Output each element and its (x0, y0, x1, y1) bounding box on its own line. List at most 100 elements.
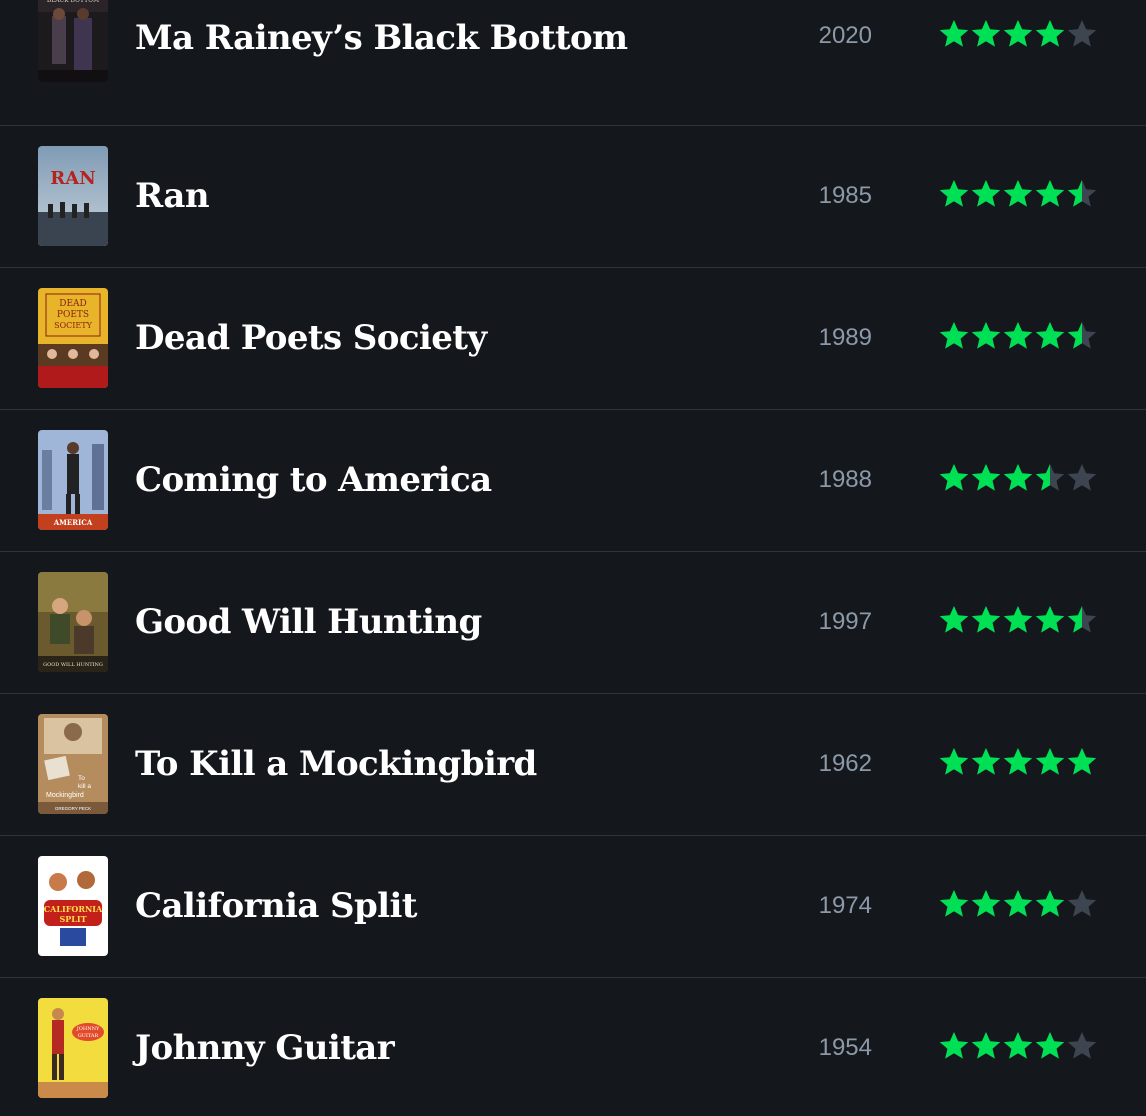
film-poster[interactable]: To kill a Mockingbird GREGORY PECK (38, 714, 108, 814)
poster-art: AMERICA (38, 430, 108, 530)
film-poster[interactable]: AMERICA (38, 430, 108, 530)
film-poster[interactable]: JOHNNY GUITAR (38, 998, 108, 1098)
film-year[interactable]: 2020 (819, 22, 872, 50)
star-full-icon (1003, 464, 1033, 491)
stars-svg (939, 20, 1097, 47)
film-row[interactable]: CALIFORNIA SPLIT California Split 1974 (0, 836, 1146, 978)
star-half-icon (1067, 606, 1097, 633)
stars-svg (939, 606, 1097, 633)
star-full-icon (1003, 606, 1033, 633)
film-title[interactable]: Coming to America (135, 458, 492, 502)
star-full-icon (939, 180, 969, 207)
film-poster[interactable]: MA RAINEY'S BLACK BOTTOM (38, 0, 108, 82)
star-empty-icon (1067, 20, 1097, 47)
film-poster[interactable]: GOOD WILL HUNTING (38, 572, 108, 672)
star-half-icon (1067, 180, 1097, 207)
star-half-icon (1067, 322, 1097, 349)
star-full-icon (971, 1032, 1001, 1059)
svg-text:SOCIETY: SOCIETY (54, 321, 92, 330)
film-title[interactable]: California Split (135, 884, 418, 928)
star-full-icon (971, 748, 1001, 775)
star-full-icon (939, 1032, 969, 1059)
film-row[interactable]: To kill a Mockingbird GREGORY PECK To Ki… (0, 694, 1146, 836)
star-full-icon (939, 606, 969, 633)
star-full-icon (971, 322, 1001, 349)
film-title[interactable]: Ran (135, 174, 210, 218)
film-title[interactable]: Johnny Guitar (135, 1026, 395, 1070)
film-row[interactable]: MA RAINEY'S BLACK BOTTOM Ma Rainey’s Bla… (0, 0, 1146, 126)
svg-text:BLACK BOTTOM: BLACK BOTTOM (47, 0, 99, 4)
stars-svg (939, 890, 1097, 917)
svg-text:JOHNNY: JOHNNY (76, 1026, 100, 1032)
film-list: MA RAINEY'S BLACK BOTTOM Ma Rainey’s Bla… (0, 0, 1146, 1116)
film-year[interactable]: 1997 (819, 608, 872, 636)
star-rating (938, 746, 1100, 778)
film-poster[interactable]: RAN (38, 146, 108, 246)
star-full-icon (971, 606, 1001, 633)
star-half-icon (1035, 464, 1065, 491)
star-full-icon (1035, 890, 1065, 917)
svg-text:DEAD: DEAD (59, 299, 87, 309)
star-rating (938, 18, 1100, 50)
svg-text:GUITAR: GUITAR (78, 1033, 99, 1039)
star-full-icon (939, 20, 969, 47)
star-full-icon (971, 180, 1001, 207)
stars-svg (939, 322, 1097, 349)
star-full-icon (971, 20, 1001, 47)
film-year[interactable]: 1985 (819, 182, 872, 210)
star-full-icon (971, 890, 1001, 917)
poster-art: CALIFORNIA SPLIT (38, 856, 108, 956)
svg-text:kill a: kill a (78, 783, 91, 790)
star-full-icon (939, 890, 969, 917)
stars-svg (939, 180, 1097, 207)
film-year[interactable]: 1962 (819, 750, 872, 778)
star-full-icon (1035, 748, 1065, 775)
star-full-icon (939, 748, 969, 775)
film-title[interactable]: Ma Rainey’s Black Bottom (135, 16, 628, 60)
poster-art: RAN (38, 146, 108, 246)
star-full-icon (1035, 1032, 1065, 1059)
svg-text:AMERICA: AMERICA (53, 518, 93, 527)
star-full-icon (939, 464, 969, 491)
star-full-icon (1003, 180, 1033, 207)
poster-art: JOHNNY GUITAR (38, 998, 108, 1098)
film-year[interactable]: 1954 (819, 1034, 872, 1062)
star-full-icon (1035, 180, 1065, 207)
star-rating (938, 178, 1100, 210)
poster-art: To kill a Mockingbird GREGORY PECK (38, 714, 108, 814)
poster-art: GOOD WILL HUNTING (38, 572, 108, 672)
film-year[interactable]: 1988 (819, 466, 872, 494)
svg-text:GOOD WILL HUNTING: GOOD WILL HUNTING (43, 662, 103, 668)
film-row[interactable]: JOHNNY GUITAR Johnny Guitar 1954 (0, 978, 1146, 1116)
star-rating (938, 1030, 1100, 1062)
svg-text:CALIFORNIA: CALIFORNIA (44, 904, 103, 914)
star-full-icon (1035, 20, 1065, 47)
film-row[interactable]: DEAD POETS SOCIETY Dead Poets Society 19… (0, 268, 1146, 410)
svg-text:SPLIT: SPLIT (59, 914, 86, 924)
film-row[interactable]: RAN Ran 1985 (0, 126, 1146, 268)
star-full-icon (1003, 748, 1033, 775)
star-full-icon (1003, 1032, 1033, 1059)
film-title[interactable]: To Kill a Mockingbird (135, 742, 537, 786)
film-year[interactable]: 1974 (819, 892, 872, 920)
film-title[interactable]: Good Will Hunting (135, 600, 482, 644)
star-full-icon (1067, 748, 1097, 775)
star-full-icon (1003, 890, 1033, 917)
svg-text:POETS: POETS (57, 310, 89, 320)
star-full-icon (1035, 606, 1065, 633)
star-rating (938, 604, 1100, 636)
svg-text:To: To (78, 775, 85, 782)
star-empty-icon (1067, 464, 1097, 491)
star-empty-icon (1067, 1032, 1097, 1059)
film-title[interactable]: Dead Poets Society (135, 316, 487, 360)
svg-text:RAN: RAN (50, 168, 95, 189)
film-poster[interactable]: CALIFORNIA SPLIT (38, 856, 108, 956)
film-year[interactable]: 1989 (819, 324, 872, 352)
star-full-icon (1035, 322, 1065, 349)
film-row[interactable]: AMERICA Coming to America 1988 (0, 410, 1146, 552)
svg-text:GREGORY PECK: GREGORY PECK (55, 806, 91, 811)
film-row[interactable]: GOOD WILL HUNTING Good Will Hunting 1997 (0, 552, 1146, 694)
star-full-icon (971, 464, 1001, 491)
star-rating (938, 462, 1100, 494)
film-poster[interactable]: DEAD POETS SOCIETY (38, 288, 108, 388)
